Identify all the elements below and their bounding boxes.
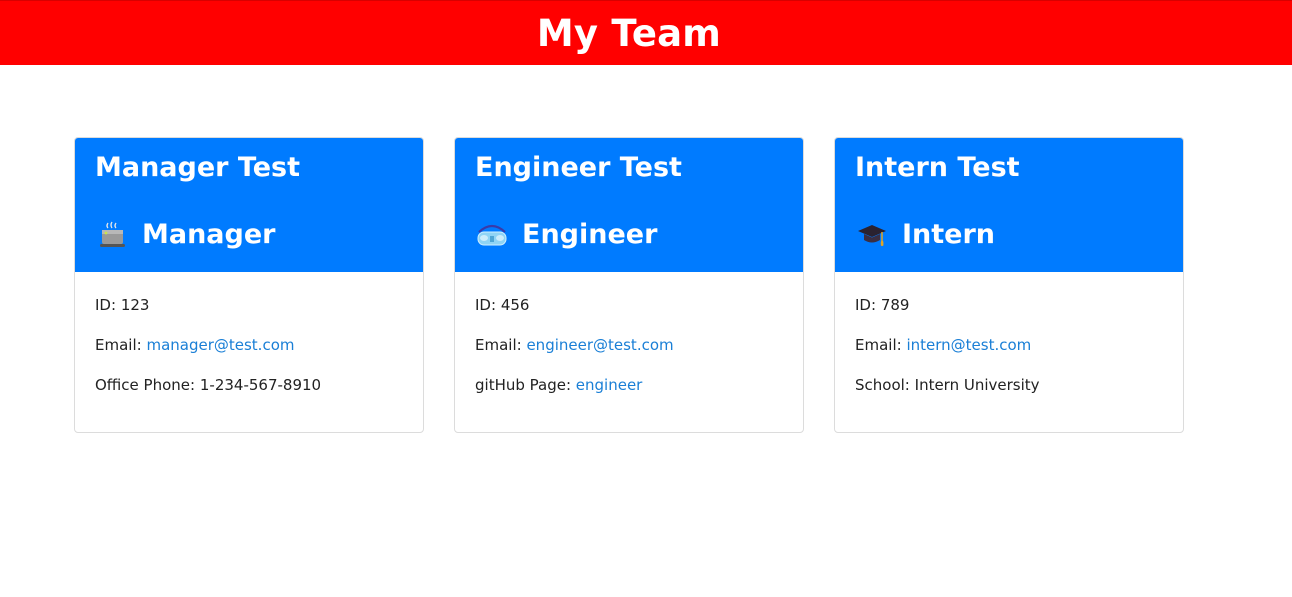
office-phone-value: 1-234-567-8910	[199, 376, 322, 394]
employee-role: Manager	[95, 219, 275, 250]
github-link[interactable]: engineer	[576, 376, 643, 394]
card-body: ID: 789 Email: intern@test.com School: I…	[835, 272, 1183, 416]
office-phone-row: Office Phone: 1-234-567-8910	[95, 376, 423, 416]
email-link[interactable]: engineer@test.com	[526, 336, 673, 354]
id-value: 789	[880, 296, 910, 314]
graduation-cap-icon	[858, 224, 886, 246]
employee-name: Engineer Test	[475, 152, 682, 183]
id-label: ID:	[855, 296, 877, 314]
employee-card-intern: Intern Test Intern ID: 789 Email: intern…	[834, 137, 1184, 433]
email-label: Email:	[95, 336, 142, 354]
employee-card-engineer: Engineer Test Engineer ID: 456 Email: en…	[454, 137, 804, 433]
card-header: Engineer Test Engineer	[455, 138, 803, 272]
card-header: Manager Test Manager	[75, 138, 423, 272]
card-body: ID: 123 Email: manager@test.com Office P…	[75, 272, 423, 416]
github-label: gitHub Page:	[475, 376, 572, 394]
email-row: Email: engineer@test.com	[475, 336, 803, 376]
school-value: Intern University	[914, 376, 1040, 394]
office-phone-label: Office Phone:	[95, 376, 196, 394]
role-label: Engineer	[522, 219, 658, 250]
card-body: ID: 456 Email: engineer@test.com gitHub …	[455, 272, 803, 416]
employee-name: Manager Test	[95, 152, 301, 183]
id-row: ID: 789	[855, 296, 1183, 336]
goggles-icon	[477, 224, 507, 245]
id-value: 123	[120, 296, 150, 314]
page-header: My Team	[0, 0, 1292, 65]
github-row: gitHub Page: engineer	[475, 376, 803, 416]
school-label: School:	[855, 376, 910, 394]
id-row: ID: 456	[475, 296, 803, 336]
card-header: Intern Test Intern	[835, 138, 1183, 272]
email-link[interactable]: intern@test.com	[906, 336, 1031, 354]
email-row: Email: manager@test.com	[95, 336, 423, 376]
id-row: ID: 123	[95, 296, 423, 336]
coffee-mug-icon	[100, 221, 125, 247]
email-row: Email: intern@test.com	[855, 336, 1183, 376]
id-label: ID:	[475, 296, 497, 314]
email-label: Email:	[855, 336, 902, 354]
role-label: Intern	[902, 219, 996, 250]
employee-name: Intern Test	[855, 152, 1020, 183]
school-row: School: Intern University	[855, 376, 1183, 416]
email-link[interactable]: manager@test.com	[146, 336, 294, 354]
employee-role: Engineer	[475, 219, 657, 250]
email-label: Email:	[475, 336, 522, 354]
employee-role: Intern	[855, 219, 995, 250]
id-value: 456	[500, 296, 530, 314]
employee-card-manager: Manager Test Manager ID: 123 Email: mana…	[74, 137, 424, 433]
page-title: My Team	[536, 11, 722, 55]
role-label: Manager	[142, 219, 276, 250]
id-label: ID:	[95, 296, 117, 314]
